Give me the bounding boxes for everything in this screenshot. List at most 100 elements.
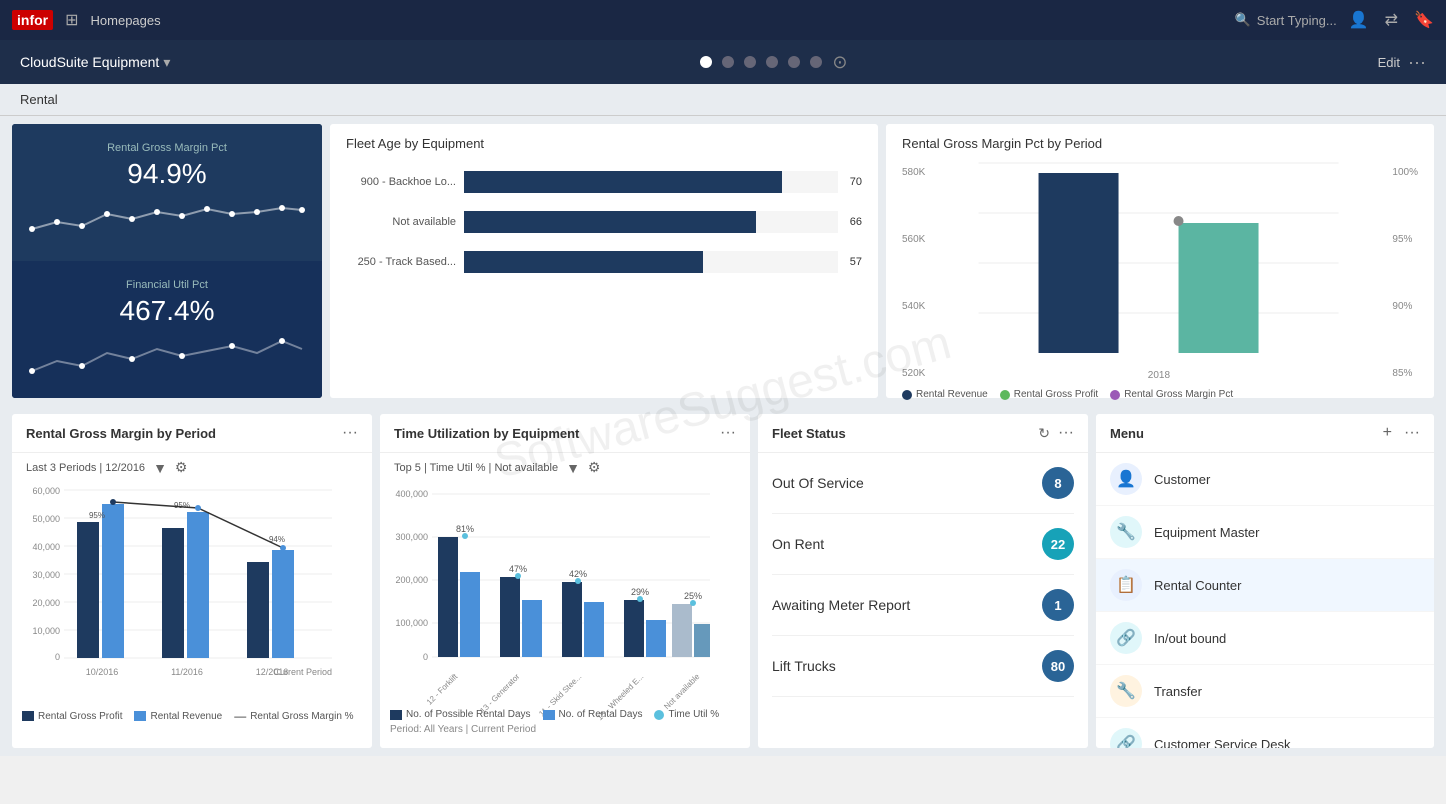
y-axis-left: 580K 560K 540K 520K bbox=[902, 163, 925, 383]
menu-item-customer[interactable]: 👤 Customer bbox=[1096, 453, 1434, 506]
rgm-gear-icon[interactable]: ⚙ bbox=[175, 459, 188, 476]
menu-item-inout-bound[interactable]: 🔗 In/out bound bbox=[1096, 612, 1434, 665]
menu-item-rental-counter[interactable]: 📋 Rental Counter bbox=[1096, 559, 1434, 612]
rental-gross-margin-card: Rental Gross Margin by Period ··· Last 3… bbox=[12, 414, 372, 748]
rgm-filter-icon[interactable]: ▼ bbox=[153, 460, 167, 476]
svg-text:0: 0 bbox=[423, 652, 428, 662]
kpi-lower-value: 467.4% bbox=[120, 295, 215, 327]
time-utilization-card: Time Utilization by Equipment ··· Top 5 … bbox=[380, 414, 750, 748]
menu-item-customer-service-desk[interactable]: 🔗 Customer Service Desk bbox=[1096, 718, 1434, 748]
edit-button[interactable]: Edit bbox=[1378, 55, 1400, 70]
rgm-card-title: Rental Gross Margin by Period bbox=[26, 426, 334, 441]
kpi-lower: Financial Util Pct 467.4% bbox=[12, 261, 322, 398]
page-dot-arrow[interactable]: ⊙ bbox=[832, 52, 847, 73]
menu-items-list: 👤 Customer 🔧 Equipment Master 📋 Rental C… bbox=[1096, 453, 1434, 748]
menu-item-label-equipment-master: Equipment Master bbox=[1154, 525, 1260, 540]
homepages-label[interactable]: Homepages bbox=[91, 13, 161, 28]
svg-text:40,000: 40,000 bbox=[32, 542, 60, 552]
fleet-status-refresh-button[interactable]: ↻ bbox=[1038, 425, 1050, 442]
menu-card-header: Menu + ··· bbox=[1096, 414, 1434, 453]
fleet-age-widget: Fleet Age by Equipment 900 - Backhoe Lo.… bbox=[330, 124, 878, 398]
svg-text:12 - Forklift: 12 - Forklift bbox=[425, 672, 460, 707]
menu-item-label-rental-counter: Rental Counter bbox=[1154, 578, 1241, 593]
status-label-lift-trucks: Lift Trucks bbox=[772, 658, 1042, 674]
svg-text:Not available: Not available bbox=[662, 672, 701, 711]
rgm-bottom-svg: 60,000 50,000 40,000 30,000 20,000 10,00… bbox=[22, 482, 342, 702]
x-axis-2018: 2018 bbox=[933, 370, 1384, 381]
bar-row-3: 250 - Track Based... 57 bbox=[346, 251, 862, 273]
search-icon: 🔍 bbox=[1235, 12, 1251, 28]
rental-counter-icon: 📋 bbox=[1110, 569, 1142, 601]
svg-text:60,000: 60,000 bbox=[32, 486, 60, 496]
menu-card: Menu + ··· 👤 Customer 🔧 Equipment Master… bbox=[1096, 414, 1434, 748]
svg-text:95%: 95% bbox=[89, 511, 105, 520]
fleet-age-chart: 900 - Backhoe Lo... 70 Not available 66 … bbox=[346, 163, 862, 273]
kpi-widget: Rental Gross Margin Pct 94.9% Financial … bbox=[12, 124, 322, 398]
rgm-filter-label: Last 3 Periods | 12/2016 bbox=[26, 462, 145, 474]
time-util-svg: 400,000 300,000 200,000 100,000 0 81% bbox=[390, 482, 730, 702]
menu-add-button[interactable]: + bbox=[1383, 424, 1392, 442]
page-dot-4[interactable] bbox=[766, 56, 778, 68]
menu-item-equipment-master[interactable]: 🔧 Equipment Master bbox=[1096, 506, 1434, 559]
app-title[interactable]: CloudSuite Equipment▾ bbox=[20, 54, 170, 71]
status-row-out-of-service: Out Of Service 8 bbox=[772, 453, 1074, 514]
customer-service-desk-icon: 🔗 bbox=[1110, 728, 1142, 748]
sub-navigation: CloudSuite Equipment▾ ⊙ Edit ··· bbox=[0, 40, 1446, 84]
svg-text:95%: 95% bbox=[174, 501, 190, 510]
page-dot-2[interactable] bbox=[722, 56, 734, 68]
svg-text:81%: 81% bbox=[456, 524, 474, 534]
kpi-upper-label: Rental Gross Margin Pct bbox=[107, 142, 227, 154]
time-util-header: Time Utilization by Equipment ··· bbox=[380, 414, 750, 453]
bar-value-2: 66 bbox=[850, 216, 862, 228]
fleet-status-more-button[interactable]: ··· bbox=[1058, 424, 1074, 442]
grid-icon[interactable]: ⊞ bbox=[65, 10, 78, 30]
menu-more-button[interactable]: ··· bbox=[1404, 424, 1420, 442]
equipment-master-icon: 🔧 bbox=[1110, 516, 1142, 548]
bar-value-3: 57 bbox=[850, 256, 862, 268]
time-util-gear-icon[interactable]: ⚙ bbox=[588, 459, 601, 476]
legend-possible-days bbox=[390, 710, 402, 720]
status-badge-on-rent: 22 bbox=[1042, 528, 1074, 560]
status-row-awaiting-meter: Awaiting Meter Report 1 bbox=[772, 575, 1074, 636]
svg-text:50,000: 50,000 bbox=[32, 514, 60, 524]
rgm-more-button[interactable]: ··· bbox=[342, 424, 358, 442]
menu-item-transfer[interactable]: 🔧 Transfer bbox=[1096, 665, 1434, 718]
menu-item-label-transfer: Transfer bbox=[1154, 684, 1202, 699]
time-util-filter-icon[interactable]: ▼ bbox=[566, 460, 580, 476]
legend-time-util bbox=[654, 710, 664, 720]
bar-container-2 bbox=[464, 211, 838, 233]
page-dot-5[interactable] bbox=[788, 56, 800, 68]
fleet-status-header: Fleet Status ↻ ··· bbox=[758, 414, 1088, 453]
svg-text:200,000: 200,000 bbox=[395, 575, 428, 585]
fleet-status-card: Fleet Status ↻ ··· Out Of Service 8 On R… bbox=[758, 414, 1088, 748]
status-label-awaiting-meter: Awaiting Meter Report bbox=[772, 597, 1042, 613]
time-util-legend: No. of Possible Rental Days No. of Renta… bbox=[390, 709, 740, 720]
status-label-on-rent: On Rent bbox=[772, 536, 1042, 552]
svg-text:100,000: 100,000 bbox=[395, 618, 428, 628]
user-icon[interactable]: 👤 bbox=[1349, 10, 1369, 30]
menu-item-label-customer: Customer bbox=[1154, 472, 1210, 487]
bar-container-1 bbox=[464, 171, 838, 193]
top-navigation: infor ⊞ Homepages 🔍 Start Typing... 👤 ⇄ … bbox=[0, 0, 1446, 40]
y-axis-right: 100% 95% 90% 85% bbox=[1392, 163, 1418, 383]
rgm-bottom-legend: Rental Gross Profit Rental Revenue — Ren… bbox=[22, 709, 362, 723]
svg-text:20,000: 20,000 bbox=[32, 598, 60, 608]
legend-line-margin: — bbox=[234, 709, 246, 723]
bottom-widgets-row: Rental Gross Margin by Period ··· Last 3… bbox=[0, 406, 1446, 756]
page-dot-6[interactable] bbox=[810, 56, 822, 68]
more-options-button[interactable]: ··· bbox=[1408, 52, 1426, 73]
transfer-icon: 🔧 bbox=[1110, 675, 1142, 707]
status-badge-out-of-service: 8 bbox=[1042, 467, 1074, 499]
fleet-status-title: Fleet Status bbox=[772, 426, 1030, 441]
share-icon[interactable]: ⇄ bbox=[1385, 10, 1398, 30]
status-badge-lift-trucks: 80 bbox=[1042, 650, 1074, 682]
page-dot-1[interactable] bbox=[700, 56, 712, 68]
menu-card-title: Menu bbox=[1110, 426, 1375, 441]
time-util-more-button[interactable]: ··· bbox=[720, 424, 736, 442]
kpi-lower-label: Financial Util Pct bbox=[126, 279, 208, 291]
search-bar[interactable]: 🔍 Start Typing... bbox=[1235, 12, 1337, 28]
status-row-on-rent: On Rent 22 bbox=[772, 514, 1074, 575]
page-dot-3[interactable] bbox=[744, 56, 756, 68]
bookmark-icon[interactable]: 🔖 bbox=[1414, 10, 1434, 30]
svg-text:25%: 25% bbox=[684, 591, 702, 601]
